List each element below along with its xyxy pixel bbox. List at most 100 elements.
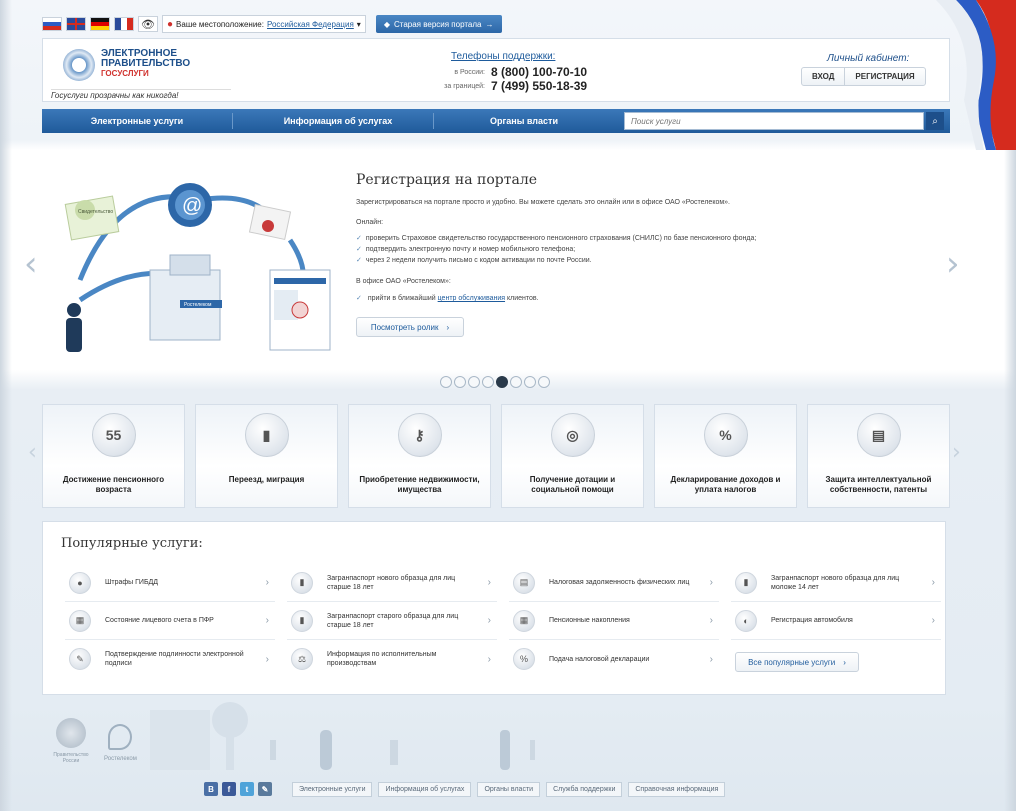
chevron-right-icon: ›: [487, 653, 491, 665]
popular-service-item[interactable]: ▮ Загранпаспорт нового образца для лиц мо…: [731, 564, 941, 602]
slider-dot[interactable]: [496, 376, 508, 388]
arrow-right-icon: →: [485, 19, 494, 29]
vk-icon[interactable]: В: [204, 782, 218, 796]
location-value[interactable]: Российская Федерация: [267, 20, 354, 29]
nav-separator: [433, 113, 434, 129]
slider-dot[interactable]: [510, 376, 522, 388]
slider-dot[interactable]: [538, 376, 550, 388]
popular-service-item[interactable]: ▦ Состояние лицевого счета в ПФР ›: [65, 602, 275, 640]
slogan: Госуслуги прозрачны как никогда!: [51, 89, 231, 100]
slider-dot[interactable]: [482, 376, 494, 388]
chevron-right-icon: ›: [265, 615, 269, 626]
search-icon[interactable]: ⌕: [926, 112, 944, 130]
savings-icon: ▦: [513, 609, 535, 632]
slider-next-icon[interactable]: ›: [946, 244, 960, 284]
left-shadow: [0, 0, 12, 811]
check-icon: ✓: [356, 295, 362, 302]
calendar-icon: 55: [91, 413, 136, 457]
category-tile[interactable]: ▮ Переезд, миграция: [195, 404, 338, 508]
popular-service-item[interactable]: ◐ Регистрация автомобиля ›: [731, 602, 941, 640]
car-icon: ◐: [735, 609, 757, 632]
check-icon: ✓: [356, 246, 362, 253]
footer-link[interactable]: Органы власти: [477, 782, 541, 797]
service-center-link[interactable]: центр обслуживания: [438, 295, 505, 302]
footer-link[interactable]: Информация об услугах: [378, 782, 472, 797]
slider-dot[interactable]: [468, 376, 480, 388]
gosuslugi-logo-icon[interactable]: [63, 49, 95, 81]
pension-account-icon: ▦: [69, 609, 91, 632]
nav-item-authorities[interactable]: Органы власти: [444, 116, 604, 126]
category-tile[interactable]: 55 Достижение пенсионного возраста: [42, 404, 185, 508]
location-selector[interactable]: ● Ваше местоположение: Российская Федера…: [162, 15, 366, 33]
footer-link[interactable]: Электронные услуги: [292, 782, 373, 797]
twitter-icon[interactable]: t: [240, 782, 254, 796]
footer-link[interactable]: Служба поддержки: [546, 782, 623, 797]
eye-icon[interactable]: 👁: [138, 16, 158, 32]
footer-link[interactable]: Справочная информация: [628, 782, 726, 797]
phone-label-russia: в России:: [454, 69, 485, 76]
old-portal-button[interactable]: ◆ Старая версия портала →: [375, 15, 502, 33]
illus-doc-label: Свидетельство: [78, 209, 113, 215]
flag-fr-icon[interactable]: [114, 17, 134, 31]
watch-video-button[interactable]: Посмотреть ролик ›: [356, 317, 464, 337]
government-emblem-icon[interactable]: [56, 718, 86, 748]
category-tile[interactable]: % Декларирование доходов и уплата налогов: [654, 404, 797, 508]
livejournal-icon[interactable]: ✎: [258, 782, 272, 796]
popular-service-label: Подача налоговой декларации: [549, 655, 650, 663]
facebook-icon[interactable]: f: [222, 782, 236, 796]
slider-dot[interactable]: [454, 376, 466, 388]
flag-ru-icon[interactable]: [42, 17, 62, 31]
chevron-right-icon: ›: [487, 577, 491, 588]
logo-line3[interactable]: ГОСУСЛУГИ: [101, 69, 149, 78]
search-input[interactable]: [624, 112, 924, 130]
social-links: Вf t ✎: [204, 782, 272, 796]
popular-service-item[interactable]: ▤ Налоговая задолженность физических лиц ›: [509, 564, 719, 602]
category-tile[interactable]: ⚷ Приобретение недвижимости, имущества: [348, 404, 491, 508]
footer-links: Электронные услуги Информация об услугах О…: [292, 782, 726, 797]
nav-item-e-services[interactable]: Электронные услуги: [42, 116, 232, 126]
slide-online-label: Онлайн:: [356, 219, 384, 226]
all-popular-label: Все популярные услуги: [748, 657, 836, 667]
rostelecom-logo-icon[interactable]: [108, 724, 132, 750]
popular-service-item[interactable]: ✎ Подтверждение подлинности электронной п…: [65, 640, 275, 678]
popular-service-label: Состояние лицевого счета в ПФР: [105, 617, 214, 624]
popular-service-item[interactable]: ● Штрафы ГИБДД ›: [65, 564, 275, 602]
categories-next-icon[interactable]: ›: [952, 440, 961, 465]
phone-russia: 8 (800) 100-70-10: [491, 65, 588, 79]
popular-service-item[interactable]: ⚖ Информация по исполнительным производст…: [287, 640, 497, 678]
chevron-right-icon: ›: [709, 615, 713, 626]
popular-service-item[interactable]: ▮ Загранпаспорт старого образца для лиц с…: [287, 602, 497, 640]
slider-dots: [440, 376, 550, 388]
category-label: Приобретение недвижимости, имущества: [359, 475, 480, 494]
popular-service-label: Пенсионные накопления: [549, 617, 630, 624]
slider-dot[interactable]: [440, 376, 452, 388]
categories-prev-icon[interactable]: ‹: [28, 440, 37, 465]
certificate-icon: ▤: [856, 413, 901, 457]
nav-item-service-info[interactable]: Информация об услугах: [243, 116, 433, 126]
keys-icon: ⚷: [397, 413, 442, 457]
popular-service-item[interactable]: ▦ Пенсионные накопления ›: [509, 602, 719, 640]
login-button[interactable]: ВХОД: [802, 68, 844, 85]
category-tile[interactable]: ▤ Защита интеллектуальной собственности, …: [807, 404, 950, 508]
slider-dot[interactable]: [524, 376, 536, 388]
flag-uk-icon[interactable]: [66, 17, 86, 31]
scales-icon: ⚖: [291, 648, 313, 670]
support-title[interactable]: Телефоны поддержки:: [451, 51, 555, 62]
popular-service-item[interactable]: ▮ Загранпаспорт нового образца для лиц ст…: [287, 564, 497, 602]
logo-line2[interactable]: ПРАВИТЕЛЬСТВО: [101, 59, 190, 69]
rostelecom-caption: Ростелеком: [104, 756, 137, 762]
popular-service-item[interactable]: % Подача налоговой декларации ›: [509, 640, 719, 678]
slider-prev-icon[interactable]: ‹: [24, 244, 38, 284]
traffic-light-icon: ●: [69, 571, 91, 594]
signature-icon: ✎: [69, 648, 91, 670]
passport-icon: ▮: [244, 413, 289, 457]
popular-service-label: Информация по исполнительным производств…: [327, 651, 437, 667]
all-popular-button[interactable]: Все популярные услуги ›: [735, 652, 859, 672]
popular-service-label: Загранпаспорт нового образца для лиц ста…: [327, 574, 456, 591]
category-tile[interactable]: ◎ Получение дотации и социальной помощи: [501, 404, 644, 508]
flag-de-icon[interactable]: [90, 17, 110, 31]
check-icon: ✓: [356, 257, 362, 264]
chevron-right-icon: ›: [265, 577, 269, 588]
register-button[interactable]: РЕГИСТРАЦИЯ: [844, 68, 924, 85]
slide-office-item: ✓ прийти в ближайший центр обслуживания …: [356, 295, 539, 302]
